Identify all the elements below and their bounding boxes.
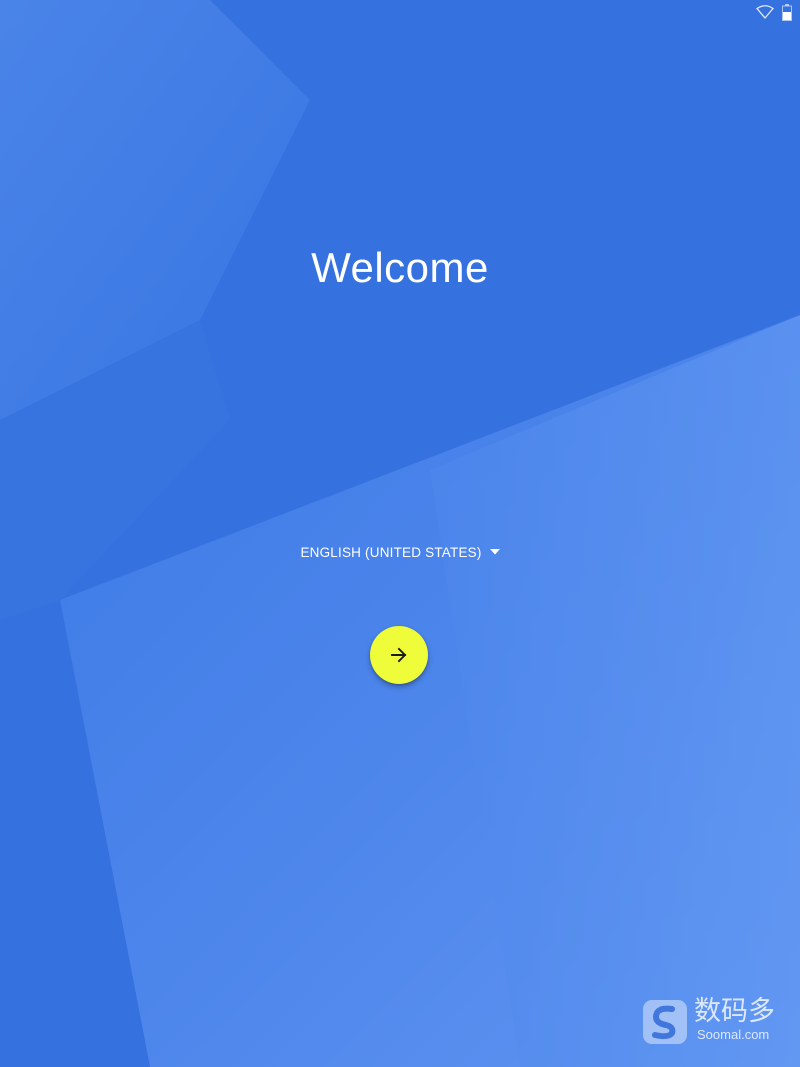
watermark: 数码多 Soomal.com [640,996,790,1048]
page-title: Welcome [311,244,489,291]
language-selector[interactable]: ENGLISH (UNITED STATES) [290,538,510,566]
soomal-logo-icon [643,1000,687,1044]
watermark-chinese-text: 数码多 [694,996,775,1027]
background [0,0,800,1067]
setup-welcome-screen: Welcome ENGLISH (UNITED STATES) 数码多 Soom… [0,0,800,1067]
arrow-right-icon [391,647,407,663]
next-button[interactable] [370,626,428,684]
status-bar [0,0,800,24]
dropdown-triangle-icon [489,548,500,554]
wifi-icon [756,5,774,19]
background-shapes [0,0,800,1067]
language-selector-label: ENGLISH (UNITED STATES) [300,544,482,560]
battery-icon [782,4,792,21]
watermark-site-text: Soomal.com [697,1027,770,1042]
